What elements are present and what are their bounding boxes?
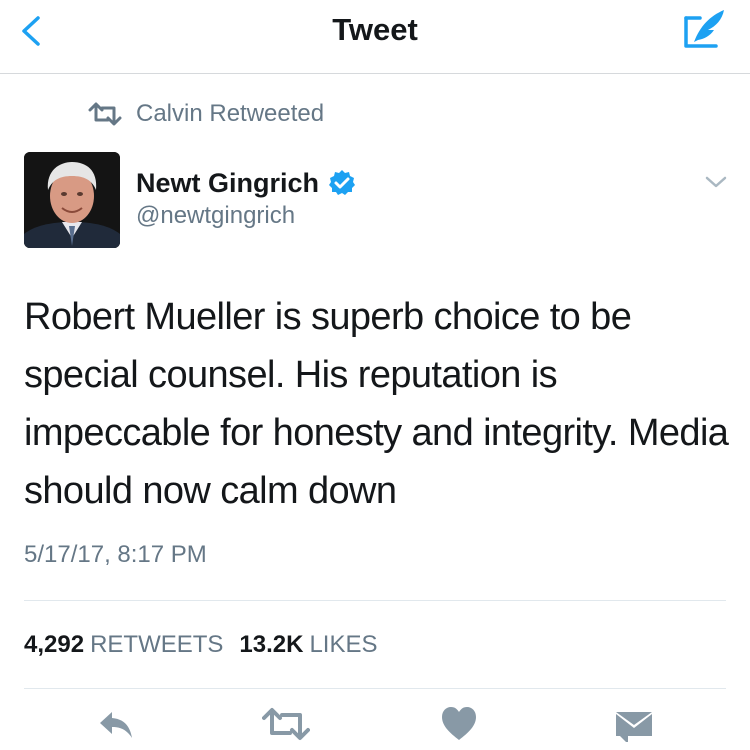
likes-count[interactable]: 13.2K <box>239 631 303 659</box>
verified-badge-icon <box>328 169 356 197</box>
retweet-icon <box>88 102 122 126</box>
navigation-bar: Tweet <box>0 0 750 74</box>
compose-quill-icon[interactable] <box>680 6 730 52</box>
author-name[interactable]: Newt Gingrich <box>136 168 319 199</box>
page-title: Tweet <box>332 12 418 47</box>
reply-icon[interactable] <box>98 706 134 747</box>
divider <box>24 600 726 601</box>
retweet-icon[interactable] <box>262 706 310 747</box>
retweet-context-label: Calvin Retweeted <box>136 100 325 127</box>
author-handle: @newtgingrich <box>136 202 296 229</box>
tweet-timestamp: 5/17/17, 8:17 PM <box>24 541 207 568</box>
retweets-label[interactable]: RETWEETS <box>90 631 223 659</box>
chevron-down-icon[interactable] <box>702 172 730 192</box>
likes-label[interactable]: LIKES <box>309 631 377 659</box>
divider <box>24 688 726 689</box>
tweet-text: Robert Mueller is superb choice to be sp… <box>24 296 729 512</box>
tweet-stats: 4,292 RETWEETS 13.2K LIKES <box>24 630 378 660</box>
avatar[interactable] <box>24 152 120 248</box>
retweet-context[interactable]: Calvin Retweeted <box>88 100 324 128</box>
direct-message-icon[interactable] <box>614 706 654 747</box>
tweet-author[interactable]: Newt Gingrich @newtgingrich <box>136 166 356 230</box>
retweets-count[interactable]: 4,292 <box>24 631 84 659</box>
like-heart-icon[interactable] <box>440 706 478 747</box>
tweet-action-bar <box>0 706 750 750</box>
